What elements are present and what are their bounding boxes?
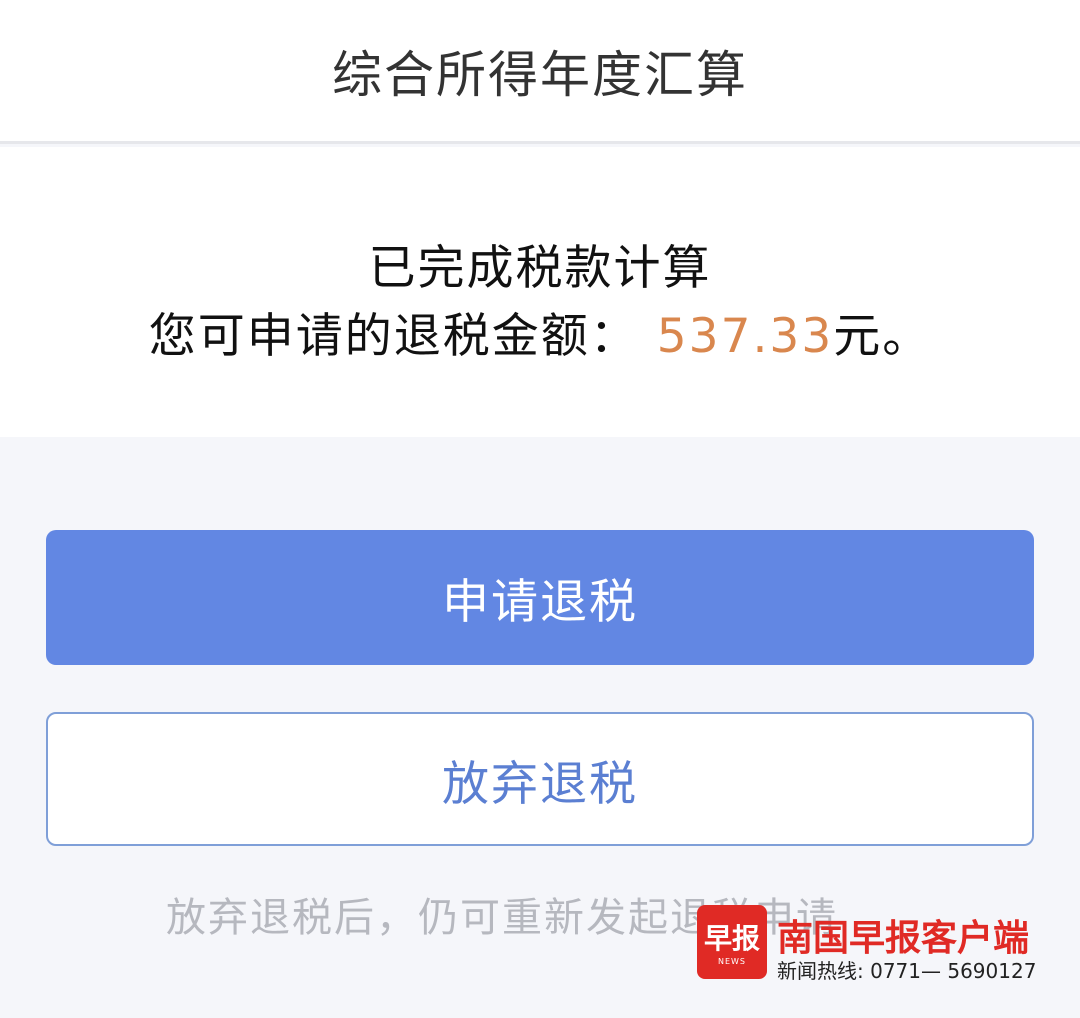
news-watermark: 早报 NEWS 南国早报客户端 新闻热线: 0771— 5690127 — [697, 905, 1062, 983]
result-panel: 已完成税款计算 您可申请的退税金额： 537.33元。 — [0, 147, 1080, 437]
apply-refund-button[interactable]: 申请退税 — [46, 530, 1034, 665]
watermark-hotline: 新闻热线: 0771— 5690127 — [777, 959, 1037, 983]
calculation-status: 已完成税款计算 — [368, 241, 712, 296]
abandon-refund-button[interactable]: 放弃退税 — [46, 712, 1034, 846]
header: 综合所得年度汇算 — [0, 0, 1080, 144]
page-title: 综合所得年度汇算 — [332, 45, 748, 104]
watermark-name: 南国早报客户端 — [777, 918, 1030, 959]
refund-amount-value: 537.33 — [656, 309, 834, 364]
refund-amount-line: 您可申请的退税金额： 537.33元。 — [0, 297, 1080, 366]
refund-amount-unit: 元。 — [833, 309, 932, 364]
refund-amount-label: 您可申请的退税金额： — [148, 309, 639, 364]
newspaper-logo-icon: 早报 NEWS — [697, 905, 767, 979]
